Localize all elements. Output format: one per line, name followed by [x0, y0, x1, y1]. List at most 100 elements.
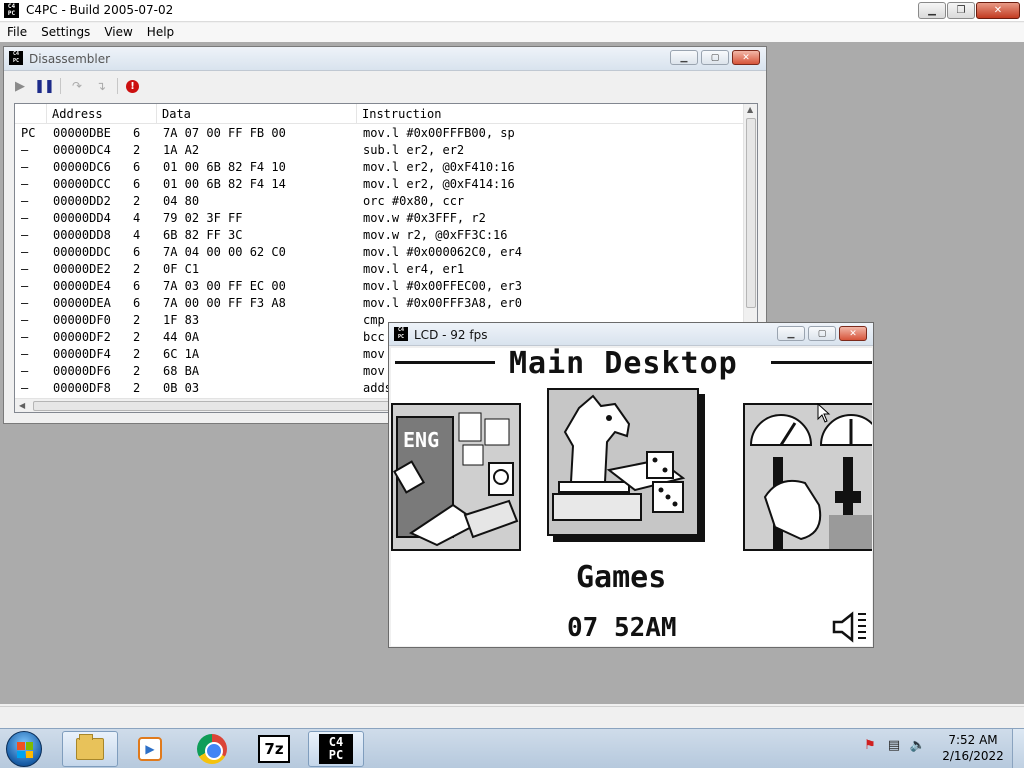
row-instruction: mov.l #0x00FFF3A8, er0 [363, 296, 522, 310]
lcd-screen[interactable]: Main Desktop ENG Games 07 52AM [391, 348, 872, 646]
row-instruction: mov.l er4, er1 [363, 262, 465, 276]
row-address: 00000DEA [53, 296, 111, 310]
menu-view[interactable]: View [97, 23, 139, 42]
mouse-cursor-icon [817, 403, 831, 423]
explorer-icon [76, 734, 104, 760]
restore-button[interactable]: ❐ [947, 2, 975, 19]
row-length: 2 [133, 347, 141, 361]
action-center-flag-icon[interactable]: ⚑ [862, 737, 878, 753]
volume-icon[interactable]: 🔈 [910, 737, 926, 753]
step-into-icon[interactable]: ↷ [69, 78, 85, 94]
pause-icon[interactable]: ❚❚ [34, 78, 55, 94]
row-marker: – [21, 143, 29, 157]
minimize-button[interactable]: ▁ [918, 2, 946, 19]
row-data: 7A 04 00 00 62 C0 [163, 245, 286, 259]
lcd-caption: Games [576, 560, 667, 595]
games-tile[interactable] [547, 388, 699, 536]
network-icon[interactable]: ▤ [886, 737, 902, 753]
row-address: 00000DD2 [53, 194, 111, 208]
taskbar-clock[interactable]: 7:52 AM 2/16/2022 [940, 732, 1006, 764]
row-instruction: mov.l #0x000062C0, er4 [363, 245, 522, 259]
debug-toolbar: ▶ ❚❚ ↷ ↴ ! [12, 75, 139, 97]
row-data: 0B 03 [163, 381, 200, 395]
taskbar-7zip[interactable]: 7z [246, 731, 302, 767]
row-instruction: mov.l er2, @0xF414:16 [363, 177, 515, 191]
play-icon[interactable]: ▶ [12, 78, 28, 94]
step-over-icon[interactable]: ↴ [93, 78, 109, 94]
row-marker: – [21, 177, 29, 191]
taskbar-explorer[interactable] [62, 731, 118, 767]
clock-date: 2/16/2022 [942, 749, 1004, 763]
vertical-scroll-thumb[interactable] [746, 118, 756, 308]
row-marker: – [21, 313, 29, 327]
menu-help[interactable]: Help [140, 23, 181, 42]
row-address: 00000DF8 [53, 381, 111, 395]
row-address: 00000DBE [53, 126, 111, 140]
taskbar-c4pc[interactable]: C4 PC [308, 731, 364, 767]
taskbar-chrome[interactable] [184, 731, 240, 767]
column-header-marker[interactable] [15, 104, 47, 123]
row-data: 7A 00 00 FF F3 A8 [163, 296, 286, 310]
disassembler-minimize-button[interactable]: ▁ [670, 50, 698, 65]
scroll-left-icon[interactable]: ◀ [19, 401, 25, 410]
toolbar-separator [117, 78, 118, 94]
chrome-icon [197, 734, 227, 764]
column-header-instruction[interactable]: Instruction [357, 104, 745, 123]
close-button[interactable]: ✕ [976, 2, 1020, 19]
disassembler-title: Disassembler [29, 52, 111, 66]
disassembler-title-bar[interactable]: C4 PC Disassembler ▁ ▢ ✕ [4, 47, 766, 71]
office-tile[interactable]: ENG [391, 403, 521, 551]
table-row[interactable]: – 00000DD2 2 04 80 orc #0x80, ccr [15, 194, 745, 211]
menu-settings[interactable]: Settings [34, 23, 97, 42]
c4pc-app-icon: C4 PC [9, 51, 23, 65]
table-row[interactable]: – 00000DEA 6 7A 00 00 FF F3 A8 mov.l #0x00FF… [15, 296, 745, 313]
row-marker: – [21, 211, 29, 225]
row-marker: – [21, 262, 29, 276]
settings-icon [745, 405, 872, 549]
main-title-bar[interactable]: C4 PC C4PC - Build 2005-07-02 ▁ ❐ ✕ [0, 0, 1024, 22]
stop-icon[interactable]: ! [126, 79, 139, 93]
taskbar-media-player[interactable]: ▶ [122, 731, 178, 767]
row-data: 7A 07 00 FF FB 00 [163, 126, 286, 140]
table-row[interactable]: – 00000DD8 4 6B 82 FF 3C mov.w r2, @0xFF3C:1… [15, 228, 745, 245]
games-icon [549, 390, 697, 534]
table-row[interactable]: – 00000DC4 2 1A A2 sub.l er2, er2 [15, 143, 745, 160]
row-length: 6 [133, 296, 141, 310]
minimize-icon: ▁ [928, 5, 936, 16]
row-address: 00000DC4 [53, 143, 111, 157]
list-header: Address Data Instruction [15, 104, 745, 124]
menu-file[interactable]: File [0, 23, 34, 42]
lcd-close-button[interactable]: ✕ [839, 326, 867, 341]
table-row[interactable]: PC 00000DBE 6 7A 07 00 FF FB 00 mov.l #0x00F… [15, 126, 745, 143]
speaker-icon[interactable] [830, 610, 870, 644]
window-title: C4PC - Build 2005-07-02 [26, 3, 174, 17]
disassembler-maximize-button[interactable]: ▢ [701, 50, 729, 65]
row-data: 68 BA [163, 364, 200, 378]
show-desktop-button[interactable] [1012, 729, 1024, 768]
clock-time: 7:52 AM [948, 733, 998, 747]
settings-tile[interactable] [743, 403, 872, 551]
toolbar-separator [60, 78, 61, 94]
table-row[interactable]: – 00000DDC 6 7A 04 00 00 62 C0 mov.l #0x0000… [15, 245, 745, 262]
menu-bar: File Settings View Help [0, 23, 1024, 42]
row-length: 6 [133, 160, 141, 174]
start-button[interactable] [6, 731, 42, 767]
table-row[interactable]: – 00000DCC 6 01 00 6B 82 F4 14 mov.l er2, @0… [15, 177, 745, 194]
disassembler-close-button[interactable]: ✕ [732, 50, 760, 65]
column-header-address[interactable]: Address [47, 104, 157, 123]
lcd-title-bar[interactable]: C4 PC LCD - 92 fps ▁ ▢ ✕ [389, 323, 873, 346]
header-rule-right [771, 361, 872, 364]
table-row[interactable]: – 00000DE4 6 7A 03 00 FF EC 00 mov.l #0x00FF… [15, 279, 745, 296]
column-header-data[interactable]: Data [157, 104, 357, 123]
lcd-minimize-button[interactable]: ▁ [777, 326, 805, 341]
lcd-title: LCD - 92 fps [414, 328, 488, 342]
table-row[interactable]: – 00000DC6 6 01 00 6B 82 F4 10 mov.l er2, @0… [15, 160, 745, 177]
lcd-maximize-button[interactable]: ▢ [808, 326, 836, 341]
row-data: 04 80 [163, 194, 200, 208]
table-row[interactable]: – 00000DD4 4 79 02 3F FF mov.w #0x3FFF, r2 [15, 211, 745, 228]
row-data: 6B 82 FF 3C [163, 228, 243, 242]
row-length: 6 [133, 126, 141, 140]
scroll-up-icon[interactable]: ▲ [747, 105, 753, 114]
close-icon: ✕ [993, 5, 1003, 16]
table-row[interactable]: – 00000DE2 2 0F C1 mov.l er4, er1 [15, 262, 745, 279]
